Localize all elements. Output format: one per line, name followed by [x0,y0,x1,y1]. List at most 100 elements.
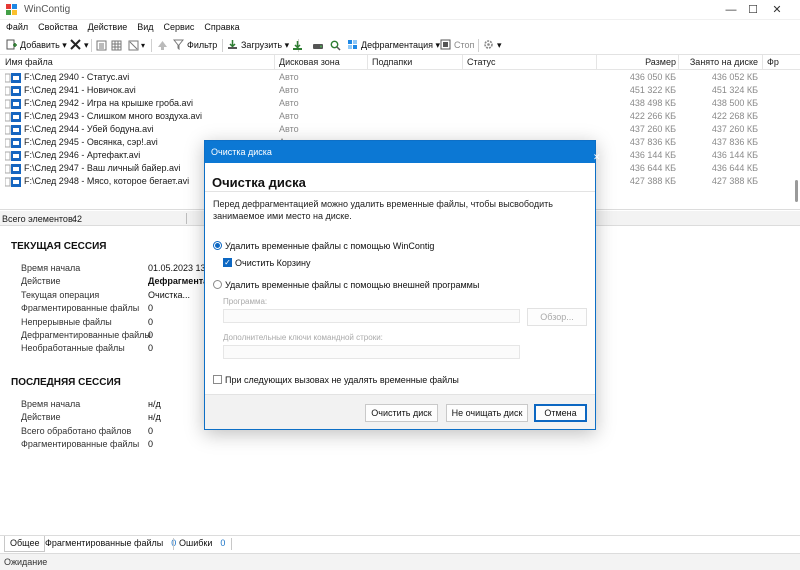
session-value: 0 [148,439,154,450]
menu-file[interactable]: Файл [0,20,32,32]
filter-icon [173,39,184,50]
stop-button[interactable]: Стоп [440,38,474,53]
table-row[interactable]: F:\След 2944 - Убей бодуна.avi Авто 437 26… [0,123,792,136]
file-ondisk: 438 500 КБ [711,98,758,108]
tab-errors[interactable]: Ошибки 0 [174,536,230,552]
load-label: Загрузить [241,40,283,50]
defrag-button[interactable]: Дефрагментация ▾ [347,38,440,53]
menu-properties[interactable]: Свойства [32,20,82,32]
option-internal-label[interactable]: Удалить временные файлы с помощью WinCon… [225,241,434,251]
dont-delete-label[interactable]: При следующих вызовах не удалять временн… [225,375,459,385]
session-label: Необработанные файлы [21,343,125,354]
video-file-icon [5,151,21,161]
load-button[interactable]: Загрузить ▾ [227,38,289,53]
col-size[interactable]: Размер [596,55,678,70]
total-label: Всего элементов: [2,214,76,224]
menu-help[interactable]: Справка [198,20,243,32]
col-disk-zone[interactable]: Дисковая зона [274,55,340,70]
disk-zone: Авто [279,72,299,82]
session-label: Дефрагментированные файлы [21,330,151,340]
no-clean-button[interactable]: Не очищать диск [446,404,528,422]
file-ondisk: 451 324 КБ [711,85,758,95]
file-size: 436 644 КБ [629,163,676,173]
file-ondisk: 437 836 КБ [711,137,758,147]
empty-recycle-label[interactable]: Очистить Корзину [235,258,310,268]
file-name: F:\След 2942 - Игра на крышке гроба.avi [24,98,193,108]
last-session-title: ПОСЛЕДНЯЯ СЕССИЯ [11,377,121,388]
defrag-label: Дефрагментация [361,40,434,50]
col-fragments[interactable]: Фр [762,55,779,70]
menu-action[interactable]: Действие [82,20,132,32]
up-arrow-icon[interactable] [157,40,168,51]
args-input[interactable] [223,345,520,359]
add-button[interactable]: Добавить ▾ [6,38,67,53]
file-ondisk: 437 260 КБ [711,124,758,134]
disk-zone: Авто [279,124,299,134]
dont-delete-checkbox[interactable] [213,375,222,384]
radio-external-cleanup[interactable] [213,280,222,289]
drive-icon[interactable] [312,40,324,51]
analyze-search-icon[interactable] [330,40,341,51]
file-ondisk: 436 644 КБ [711,163,758,173]
defrag-icon [348,40,357,49]
menu-service[interactable]: Сервис [158,20,199,32]
select-all-dropdown[interactable]: ▾ [141,38,145,53]
col-status[interactable]: Статус [462,55,495,70]
filter-button[interactable]: Фильтр [173,38,217,53]
radio-internal-cleanup[interactable] [213,241,222,250]
scrollbar-thumb[interactable] [795,180,798,202]
table-row[interactable]: F:\След 2943 - Слишком много воздуха.avi… [0,110,792,123]
properties-icon[interactable] [96,40,107,51]
table-row[interactable]: F:\След 2942 - Игра на крышке гроба.avi А… [0,97,792,110]
list-scrollbar[interactable] [792,70,800,209]
file-size: 437 836 КБ [629,137,676,147]
file-ondisk: 436 144 КБ [711,150,758,160]
tab-fragmented[interactable]: Фрагментированные файлы0 [40,536,181,552]
dialog-title-bar[interactable]: Очистка диска ✕ [205,141,601,163]
menu-bar: Файл Свойства Действие Вид Сервис Справка [0,20,800,36]
menu-view[interactable]: Вид [131,20,157,32]
grid-icon[interactable] [111,40,122,51]
list-header: Имя файла Дисковая зона Подпапки Статус … [0,55,800,70]
video-file-icon [5,125,21,135]
dialog-description: Перед дефрагментацией можно удалить врем… [213,199,553,221]
session-label: Непрерывные файлы [21,316,112,327]
add-label: Добавить [20,40,60,50]
session-label: Действие [21,412,61,423]
panel-splitter[interactable] [186,213,187,224]
browse-button[interactable]: Обзор... [527,308,587,326]
video-file-icon [5,164,21,174]
title-bar: WinContig — ☐ ✕ [0,0,800,20]
install-icon[interactable] [292,40,303,51]
file-ondisk: 422 268 КБ [711,111,758,121]
program-input[interactable] [223,309,520,323]
video-file-icon [5,73,21,83]
col-filename[interactable]: Имя файла [5,57,53,67]
settings-button[interactable]: ▾ [483,38,502,53]
app-logo-icon [6,4,18,16]
session-value: 0 [148,316,154,327]
empty-recycle-checkbox[interactable]: ✓ [223,258,232,267]
session-label: Текущая операция [21,289,100,300]
file-name: F:\След 2943 - Слишком много воздуха.avi [24,111,202,121]
table-row[interactable]: F:\След 2940 - Статус.avi Авто 436 050 КБ 4… [0,71,792,84]
close-window-button[interactable]: ✕ [754,0,800,20]
file-size: 451 322 КБ [629,85,676,95]
select-all-icon[interactable] [128,40,139,51]
session-value: н/д [148,399,161,409]
table-row[interactable]: F:\След 2941 - Новичок.avi Авто 451 322 КБ… [0,84,792,97]
dialog-heading: Очистка диска [212,175,306,190]
session-label: Всего обработано файлов [21,425,132,436]
disk-zone: Авто [279,85,299,95]
cancel-button[interactable]: Отмена [534,404,587,422]
delete-x-icon [70,39,81,50]
session-value: 0 [148,343,154,354]
remove-button[interactable]: ▾ [70,38,89,53]
download-icon [228,40,237,49]
col-subfolders[interactable]: Подпапки [367,55,412,70]
col-ondisk[interactable]: Занято на диске [678,55,760,70]
option-external-label[interactable]: Удалить временные файлы с помощью внешне… [225,280,479,290]
clean-disk-button[interactable]: Очистить диск [365,404,438,422]
file-name: F:\След 2940 - Статус.avi [24,72,130,82]
session-label: Время начала [21,263,81,273]
